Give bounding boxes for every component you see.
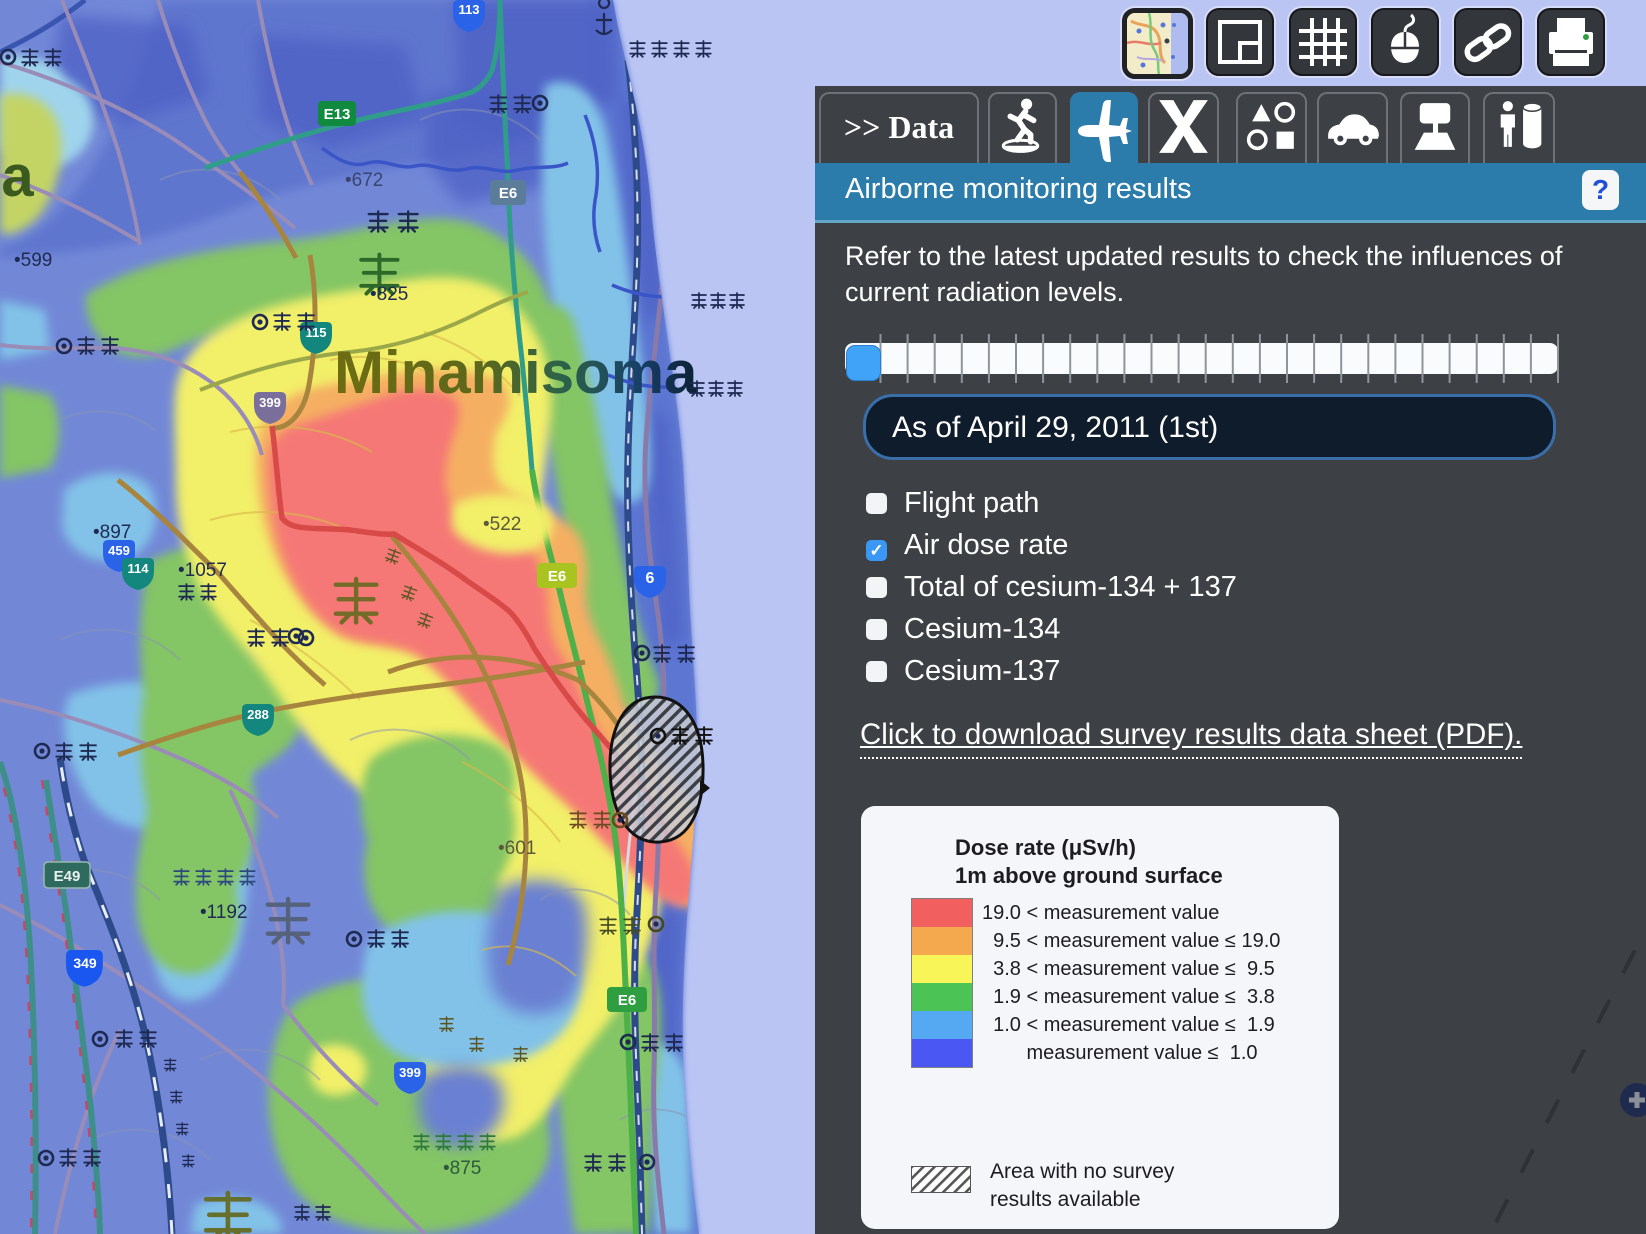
svg-text:399: 399 bbox=[399, 1065, 421, 1080]
svg-text:349: 349 bbox=[73, 955, 97, 971]
svg-text:na: na bbox=[0, 144, 34, 209]
svg-text:•1192: •1192 bbox=[200, 902, 248, 923]
svg-text:113: 113 bbox=[459, 2, 480, 17]
svg-text:6: 6 bbox=[646, 570, 655, 587]
svg-text:Minamisoma: Minamisoma bbox=[334, 339, 698, 406]
svg-text:•601: •601 bbox=[498, 838, 536, 859]
svg-text:E6: E6 bbox=[499, 185, 517, 202]
svg-text:E6: E6 bbox=[618, 992, 636, 1009]
svg-text:E6: E6 bbox=[548, 568, 566, 585]
svg-text:•825: •825 bbox=[370, 284, 408, 305]
svg-text:E13: E13 bbox=[324, 106, 351, 123]
svg-text:•522: •522 bbox=[483, 514, 521, 535]
svg-text:459: 459 bbox=[108, 543, 130, 558]
svg-text:E49: E49 bbox=[54, 868, 81, 885]
svg-text:•672: •672 bbox=[345, 170, 383, 191]
svg-text:•875: •875 bbox=[443, 1158, 481, 1179]
svg-text:•1057: •1057 bbox=[178, 560, 227, 581]
svg-text:114: 114 bbox=[128, 561, 150, 576]
svg-text:•897: •897 bbox=[93, 522, 131, 543]
svg-text:•599: •599 bbox=[14, 250, 52, 271]
svg-text:399: 399 bbox=[259, 395, 281, 410]
svg-text:288: 288 bbox=[247, 707, 269, 722]
